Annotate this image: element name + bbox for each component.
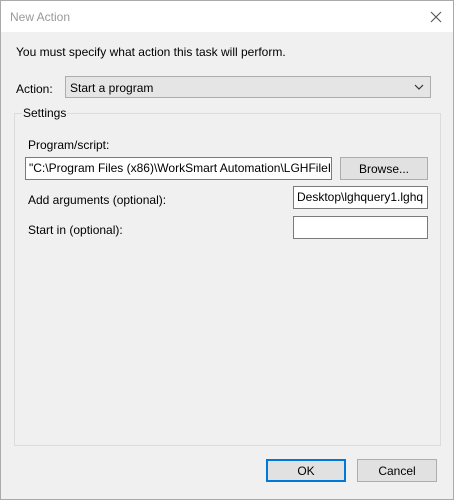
- close-button[interactable]: [419, 1, 453, 32]
- browse-button[interactable]: Browse...: [340, 157, 428, 180]
- new-action-dialog: New Action You must specify what action …: [0, 0, 454, 500]
- settings-legend: Settings: [22, 106, 68, 120]
- chevron-down-icon: [414, 84, 424, 90]
- action-label: Action:: [16, 82, 53, 96]
- instruction-text: You must specify what action this task w…: [16, 45, 286, 59]
- action-dropdown[interactable]: Start a program: [65, 76, 431, 98]
- close-icon: [430, 11, 442, 22]
- action-selected-value: Start a program: [70, 81, 154, 95]
- start-in-input[interactable]: [293, 216, 428, 239]
- add-arguments-label: Add arguments (optional):: [28, 193, 167, 207]
- window-title: New Action: [10, 10, 71, 24]
- program-script-input[interactable]: "C:\Program Files (x86)\WorkSmart Automa…: [25, 157, 332, 180]
- start-in-label: Start in (optional):: [28, 223, 123, 237]
- add-arguments-input[interactable]: Desktop\lghquery1.lghq: [293, 186, 428, 209]
- cancel-button[interactable]: Cancel: [357, 459, 437, 482]
- program-script-label: Program/script:: [28, 138, 110, 152]
- title-bar: New Action: [1, 1, 453, 32]
- ok-button[interactable]: OK: [266, 459, 346, 482]
